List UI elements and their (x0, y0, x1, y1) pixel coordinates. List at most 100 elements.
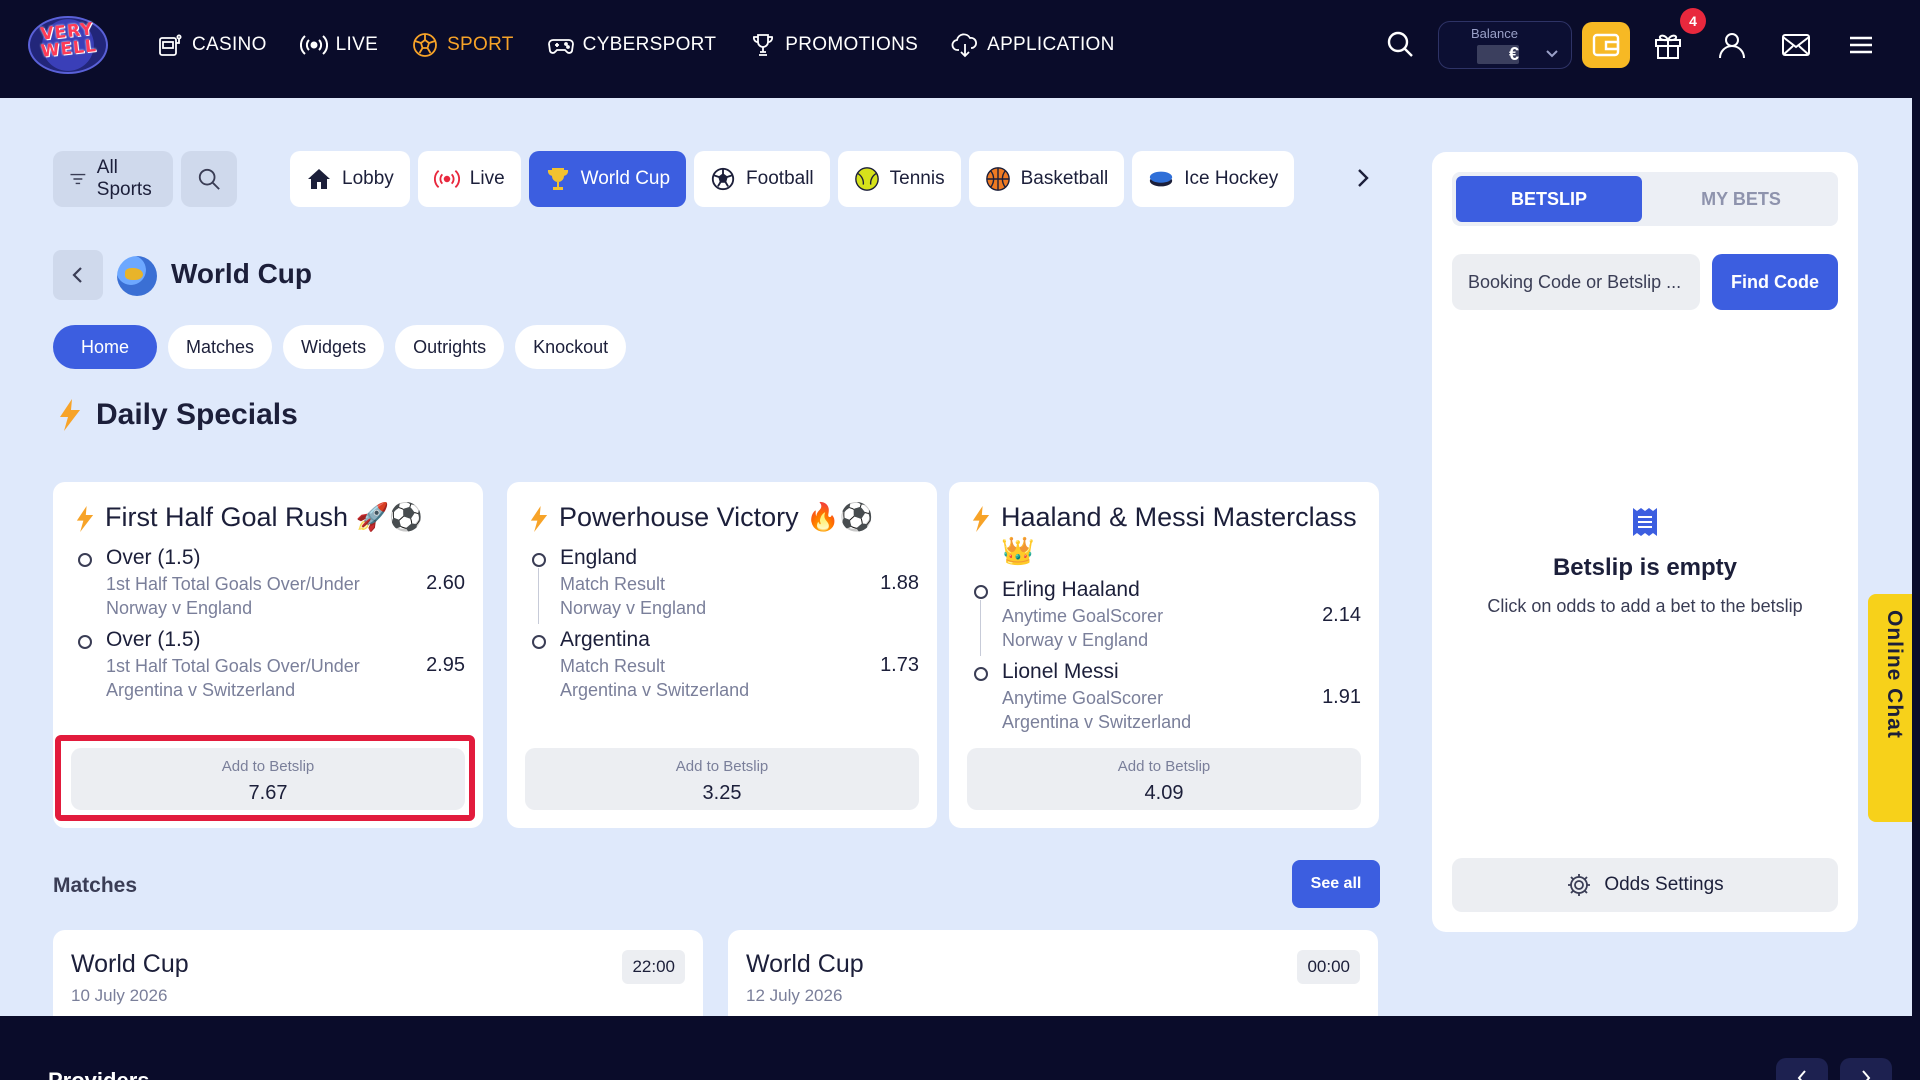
mail-icon[interactable] (1780, 29, 1812, 61)
nav-cybersport[interactable]: CYBERSPORT (547, 31, 717, 59)
booking-code-input[interactable]: Booking Code or Betslip ... (1452, 254, 1700, 310)
sport-tab-label: Tennis (889, 168, 945, 189)
nav-casino[interactable]: CASINO (156, 31, 267, 59)
gift-icon[interactable] (1652, 29, 1684, 61)
lightning-icon (972, 506, 990, 532)
leg-event: Norway v England (1002, 630, 1149, 650)
odds-settings-button[interactable]: Odds Settings (1452, 858, 1838, 912)
nav-promotions[interactable]: PROMOTIONS (749, 31, 918, 59)
nav-application[interactable]: APPLICATION (951, 31, 1115, 59)
brand-logo[interactable]: VERY WELL (28, 16, 108, 74)
hamburger-menu-icon[interactable] (1845, 29, 1877, 61)
find-code-button[interactable]: Find Code (1712, 254, 1838, 310)
match-card[interactable]: World Cup 10 July 2026 22:00 (53, 930, 703, 1016)
leg-selection: Argentina (560, 628, 650, 651)
wallet-button[interactable] (1582, 22, 1630, 68)
search-icon[interactable] (1384, 28, 1416, 60)
special-leg[interactable]: England Match Result Norway v England 1.… (532, 546, 919, 624)
tab-widgets[interactable]: Widgets (283, 325, 385, 369)
add-to-betslip-button[interactable]: Add to Betslip 4.09 (967, 748, 1361, 810)
page-title: World Cup (171, 258, 313, 289)
user-icon[interactable] (1716, 29, 1748, 61)
providers-next-button[interactable] (1840, 1058, 1892, 1080)
nav-sport[interactable]: SPORT (411, 31, 514, 59)
gamepad-icon (547, 39, 574, 54)
leg-selection: Lionel Messi (1002, 660, 1119, 683)
sport-tab-ice-hockey[interactable]: Ice Hockey (1132, 151, 1295, 207)
special-leg[interactable]: Over (1.5) 1st Half Total Goals Over/Und… (78, 628, 465, 706)
tennis-ball-icon (854, 166, 880, 192)
match-time: 00:00 (1297, 950, 1360, 984)
trophy-icon (753, 34, 774, 56)
tab-betslip[interactable]: BETSLIP (1456, 176, 1642, 222)
leg-odds[interactable]: 1.88 (880, 572, 919, 595)
tab-my-bets[interactable]: MY BETS (1648, 176, 1834, 222)
chevron-right-icon[interactable] (1350, 165, 1376, 191)
special-leg[interactable]: Argentina Match Result Argentina v Switz… (532, 628, 919, 706)
match-competition: World Cup (71, 950, 189, 978)
leg-event: Argentina v Switzerland (560, 680, 750, 700)
leg-market: Match Result (560, 656, 666, 676)
sport-tab-world-cup[interactable]: World Cup (528, 151, 687, 207)
providers-prev-button[interactable] (1776, 1058, 1828, 1080)
special-card: Haaland & Messi Masterclass 👑 Erling Haa… (949, 482, 1379, 828)
sport-tab-label: Basketball (1020, 168, 1109, 189)
highlight-box (55, 735, 475, 821)
add-to-betslip-button[interactable]: Add to Betslip 3.25 (525, 748, 919, 810)
all-sports-button[interactable]: All Sports (53, 151, 173, 207)
special-leg[interactable]: Erling Haaland Anytime GoalScorer Norway… (974, 578, 1361, 656)
sport-tab-basketball[interactable]: Basketball (968, 151, 1125, 207)
leg-radio-icon (78, 553, 92, 567)
gear-icon (1568, 874, 1591, 896)
soccer-ball-icon (413, 33, 437, 57)
special-leg[interactable]: Over (1.5) 1st Half Total Goals Over/Und… (78, 546, 465, 624)
sport-tab-label: Lobby (342, 168, 394, 189)
leg-odds[interactable]: 1.73 (880, 654, 919, 677)
daily-specials-heading: Daily Specials (58, 398, 298, 432)
football-icon (710, 166, 736, 192)
lightning-icon (76, 506, 94, 532)
nav-cybersport-label: CYBERSPORT (582, 34, 717, 55)
leg-odds[interactable]: 2.14 (1322, 604, 1361, 627)
tab-matches[interactable]: Matches (168, 325, 273, 369)
leg-odds[interactable]: 1.91 (1322, 686, 1361, 709)
balance-dropdown[interactable]: Balance € (1438, 21, 1572, 69)
nav-promotions-label: PROMOTIONS (785, 34, 919, 55)
sport-tab-football[interactable]: Football (694, 151, 830, 207)
match-time: 22:00 (622, 950, 685, 984)
special-title: First Half Goal Rush 🚀⚽ (75, 500, 465, 534)
see-all-button[interactable]: See all (1292, 860, 1380, 908)
betslip-tabs: BETSLIP MY BETS (1452, 172, 1838, 226)
sport-tab-tennis[interactable]: Tennis (837, 151, 961, 207)
leg-radio-icon (532, 553, 546, 567)
betslip-empty-subtitle: Click on odds to add a bet to the betsli… (1487, 596, 1803, 616)
receipt-icon (1633, 508, 1657, 536)
leg-market: 1st Half Total Goals Over/Under (106, 656, 360, 676)
sport-tab-live[interactable]: Live (417, 151, 521, 207)
tab-knockout[interactable]: Knockout (515, 325, 627, 369)
sports-filter-bar: All Sports Lobby Live World Cup Football… (53, 151, 1295, 207)
special-leg[interactable]: Lionel Messi Anytime GoalScorer Argentin… (974, 660, 1361, 738)
match-card[interactable]: World Cup 12 July 2026 00:00 (728, 930, 1378, 1016)
special-title: Powerhouse Victory 🔥⚽ (529, 500, 919, 534)
sport-tab-lobby[interactable]: Lobby (290, 151, 410, 207)
sport-tab-label: Football (746, 168, 814, 189)
trophy-icon (545, 166, 571, 192)
leg-odds[interactable]: 2.95 (426, 654, 465, 677)
tab-home[interactable]: Home (53, 325, 158, 369)
leg-selection: Over (1.5) (106, 546, 201, 569)
leg-odds[interactable]: 2.60 (426, 572, 465, 595)
leg-market: Match Result (560, 574, 666, 594)
filter-icon (70, 173, 86, 185)
nav-live[interactable]: LIVE (299, 31, 378, 59)
page-edge (1912, 98, 1920, 1016)
leg-radio-icon (974, 585, 988, 599)
sports-search-button[interactable] (181, 151, 237, 207)
back-button[interactable] (53, 250, 103, 300)
leg-event: Norway v England (106, 598, 253, 618)
leg-selection: Over (1.5) (106, 628, 201, 651)
leg-radio-icon (532, 635, 546, 649)
nav-casino-label: CASINO (192, 34, 267, 55)
broadcast-icon (299, 35, 328, 55)
tab-outrights[interactable]: Outrights (395, 325, 505, 369)
